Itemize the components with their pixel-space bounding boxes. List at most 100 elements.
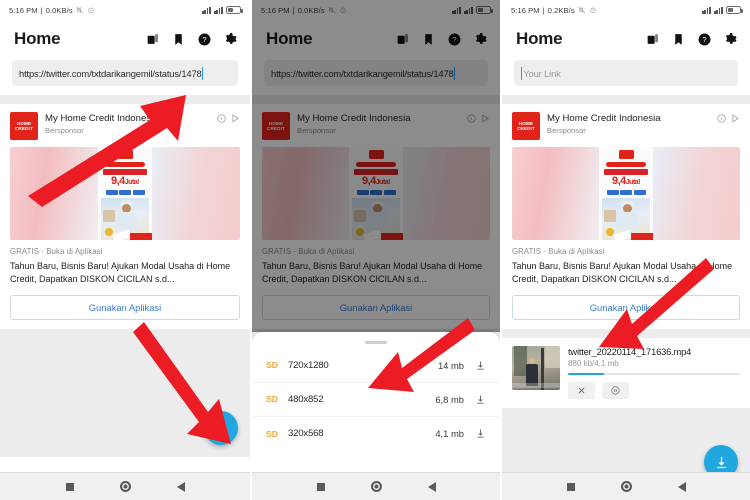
play-icon[interactable] — [481, 114, 490, 123]
file-size-label: 6,8 mb — [435, 393, 464, 405]
url-input-value: https://twitter.com/txtdarikangemil/stat… — [271, 67, 454, 79]
app-bar: Home ? — [0, 20, 250, 58]
cancel-download-button[interactable] — [568, 382, 595, 400]
poster-footer-bar — [381, 233, 403, 240]
back-button[interactable] — [677, 481, 686, 492]
search-input[interactable]: https://twitter.com/txtdarikangemil/stat… — [264, 60, 488, 86]
status-left: 5:16 PM | 0.0KB/s — [261, 6, 347, 15]
screenshot-stage: 5:16 PM | 0.0KB/s Home ? https://twitter… — [0, 0, 750, 500]
svg-text:?: ? — [702, 35, 706, 44]
ad-price-note: GRATIS · Buka di Aplikasi — [262, 247, 355, 256]
download-icon[interactable] — [475, 360, 486, 371]
ad-banner-image[interactable]: 9,4Juta! — [10, 147, 240, 240]
text-caret — [521, 66, 523, 80]
ad-actions — [217, 112, 240, 123]
back-button[interactable] — [176, 481, 185, 492]
home-button[interactable] — [370, 481, 382, 492]
settings-icon[interactable] — [472, 31, 489, 48]
poster-amount-unit: Juta! — [124, 179, 140, 186]
settings-icon[interactable] — [222, 31, 239, 48]
app-bar-actions: ? — [394, 31, 489, 48]
bookmark-icon[interactable] — [170, 31, 187, 48]
ad-banner-image[interactable]: 9,4Juta! — [512, 147, 740, 240]
photo-box — [103, 210, 115, 222]
gallery-icon[interactable] — [644, 31, 661, 48]
info-icon[interactable] — [717, 114, 726, 123]
pause-download-button[interactable] — [602, 382, 629, 400]
play-icon[interactable] — [731, 114, 740, 123]
poster-amount-value: 9,4 — [110, 175, 125, 187]
app-bar-actions: ? — [144, 31, 239, 48]
help-icon[interactable]: ? — [696, 31, 713, 48]
info-icon[interactable] — [217, 114, 226, 123]
thumb-person-head — [529, 357, 535, 364]
recents-button[interactable] — [65, 482, 74, 491]
ad-card[interactable]: HOME CREDIT My Home Credit Indonesia Ber… — [502, 104, 750, 329]
search-input[interactable]: Your Link — [514, 60, 738, 86]
poster-logo — [117, 150, 133, 159]
page-title: Home — [266, 29, 313, 48]
content-fill — [0, 328, 250, 457]
ad-actions — [467, 112, 490, 123]
alarm-icon — [87, 6, 95, 14]
poster-amount: 9,4Juta! — [110, 175, 140, 187]
app-bar-actions: ? — [644, 31, 739, 48]
list-item[interactable]: SD 480x852 6,8 mb — [252, 383, 500, 417]
panel-downloading: 5:16 PM | 0.2KB/s Home ? Your Link HOME … — [500, 0, 750, 500]
download-filename: twitter_20220114_171636.mp4 — [568, 345, 692, 357]
ad-card[interactable]: HOME CREDIT My Home Credit Indonesia Ber… — [252, 104, 500, 329]
quality-bottom-sheet: SD 720x1280 14 mb SD 480x852 6,8 mb SD 3… — [252, 332, 500, 472]
photo-card — [112, 229, 131, 240]
bookmark-icon[interactable] — [420, 31, 437, 48]
resolution-label: 480x852 — [288, 393, 324, 405]
mute-icon — [328, 6, 336, 14]
advertiser-logo: HOME CREDIT — [10, 112, 38, 140]
home-button[interactable] — [119, 481, 131, 492]
url-input-value: https://twitter.com/txtdarikangemil/stat… — [19, 67, 202, 79]
status-separator: | — [292, 5, 295, 15]
status-bar: 5:16 PM | 0.2KB/s — [502, 0, 750, 20]
gallery-icon[interactable] — [144, 31, 161, 48]
status-netspeed: 0.2KB/s — [547, 5, 575, 15]
mute-icon — [578, 6, 586, 14]
gallery-icon[interactable] — [394, 31, 411, 48]
thumb-building — [545, 345, 560, 368]
play-icon[interactable] — [231, 114, 240, 123]
ad-cta-button[interactable]: Gunakan Aplikasi — [10, 294, 240, 320]
section-divider — [252, 95, 500, 104]
download-item[interactable]: twitter_20220114_171636.mp4 880 kb/4,1 m… — [502, 337, 750, 409]
sponsored-label: Bersponsor — [547, 125, 586, 135]
ad-card[interactable]: HOME CREDIT My Home Credit Indonesia Ber… — [0, 104, 250, 329]
panel-paste-link: 5:16 PM | 0.0KB/s Home ? https://twitter… — [0, 0, 250, 500]
panel-quality-sheet: 5:16 PM | 0.0KB/s Home ? https://twitter… — [250, 0, 500, 500]
download-icon[interactable] — [475, 428, 486, 439]
download-fab[interactable] — [204, 410, 238, 445]
home-button[interactable] — [620, 481, 632, 492]
battery-icon — [226, 6, 243, 14]
settings-icon[interactable] — [722, 31, 739, 48]
bookmark-icon[interactable] — [670, 31, 687, 48]
recents-button[interactable] — [316, 482, 325, 491]
ad-cta-button[interactable]: Gunakan Aplikasi — [512, 294, 740, 320]
page-title: Home — [14, 29, 61, 48]
list-item[interactable]: SD 720x1280 14 mb — [252, 349, 500, 383]
mute-icon — [76, 6, 84, 14]
back-button[interactable] — [427, 481, 436, 492]
help-icon[interactable]: ? — [446, 31, 463, 48]
download-icon[interactable] — [475, 394, 486, 405]
ad-description: Tahun Baru, Bisnis Baru! Ajukan Modal Us… — [512, 261, 733, 284]
help-icon[interactable]: ? — [196, 31, 213, 48]
photo-body — [115, 212, 137, 230]
list-item[interactable]: SD 320x568 4,1 mb — [252, 417, 500, 451]
info-icon[interactable] — [467, 114, 476, 123]
poster-logo — [368, 150, 384, 159]
file-size-label: 14 mb — [437, 359, 464, 371]
ad-cta-button[interactable]: Gunakan Aplikasi — [262, 294, 490, 320]
sheet-drag-handle[interactable] — [365, 341, 387, 344]
ad-banner-image[interactable]: 9,4Juta! — [262, 147, 490, 240]
recents-button[interactable] — [566, 482, 575, 491]
ad-meta: My Home Credit Indonesia Bersponsor — [297, 112, 460, 135]
status-separator: | — [40, 5, 43, 15]
signal-icon-2 — [464, 6, 473, 14]
search-input[interactable]: https://twitter.com/txtdarikangemil/stat… — [12, 60, 238, 86]
